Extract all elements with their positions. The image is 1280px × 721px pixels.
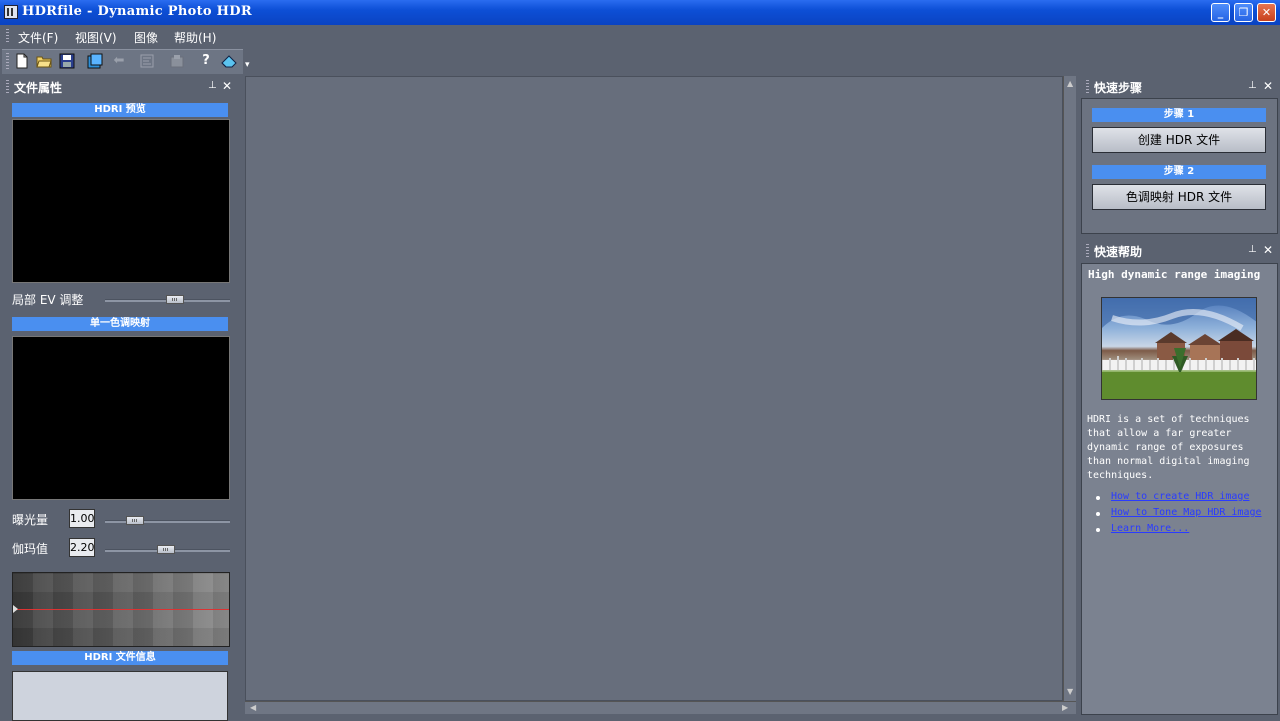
left-panel-grip[interactable] <box>6 80 9 94</box>
image-workspace[interactable] <box>245 76 1063 701</box>
tonemap-preview-area <box>12 336 230 500</box>
scroll-left-icon[interactable]: ◀ <box>250 703 256 712</box>
window-title: HDRfile - Dynamic Photo HDR <box>22 4 252 19</box>
new-file-icon[interactable] <box>14 53 30 69</box>
tone-curve-graph[interactable] <box>12 572 230 647</box>
left-panel-pin-icon[interactable]: ⊥ <box>208 80 217 91</box>
toolbar-overflow-icon[interactable]: ▾ <box>245 60 250 70</box>
title-bar: HDRfile - Dynamic Photo HDR _ ❐ ✕ <box>0 0 1280 25</box>
menu-file[interactable]: 文件(F) <box>18 29 58 46</box>
hdri-preview-area <box>12 119 230 283</box>
exposure-slider-thumb[interactable] <box>126 516 145 525</box>
left-panel-title: 文件属性 <box>14 81 63 95</box>
left-panel-close-icon[interactable]: ✕ <box>222 79 232 93</box>
menu-grip[interactable] <box>6 29 9 43</box>
bullet-icon <box>1096 512 1100 516</box>
scroll-right-icon[interactable]: ▶ <box>1062 703 1068 712</box>
help-body-text: HDRI is a set of techniques that allow a… <box>1087 414 1250 481</box>
link-tone-map-hdr[interactable]: How to Tone Map HDR image <box>1111 507 1262 518</box>
gamma-value[interactable]: 2.20 <box>69 538 95 557</box>
eraser-icon[interactable] <box>220 53 237 69</box>
curve-marker-icon[interactable] <box>13 605 18 613</box>
exposure-label: 曝光量 <box>12 513 49 527</box>
save-as-icon[interactable] <box>87 53 103 69</box>
step2-label: 步骤 2 <box>1092 165 1266 179</box>
minimize-button[interactable]: _ <box>1211 3 1230 22</box>
create-hdr-button[interactable]: 创建 HDR 文件 <box>1092 127 1266 153</box>
hdr-sample-image <box>1101 297 1257 400</box>
batch-icon[interactable] <box>169 53 185 69</box>
local-ev-label: 局部 EV 调整 <box>12 293 84 307</box>
gamma-label: 伽玛值 <box>12 542 49 556</box>
exposure-value[interactable]: 1.00 <box>69 509 95 528</box>
close-button[interactable]: ✕ <box>1257 3 1276 22</box>
section-tonemap: 单一色调映射 <box>12 317 228 331</box>
back-arrow-icon[interactable]: ⬅ <box>111 53 127 69</box>
open-folder-icon[interactable] <box>36 53 52 69</box>
steps-panel-pin-icon[interactable]: ⊥ <box>1248 80 1257 91</box>
section-hdri-preview: HDRI 预览 <box>12 103 228 117</box>
help-heading: High dynamic range imaging <box>1088 268 1261 281</box>
local-ev-slider-thumb[interactable] <box>165 295 184 304</box>
app-icon[interactable] <box>4 5 18 19</box>
tonemap-hdr-button[interactable]: 色调映射 HDR 文件 <box>1092 184 1266 210</box>
bullet-icon <box>1096 496 1100 500</box>
save-icon[interactable] <box>59 53 75 69</box>
hdri-info-area <box>12 671 228 721</box>
link-create-hdr[interactable]: How to create HDR image <box>1111 491 1249 502</box>
menu-image[interactable]: 图像 <box>134 29 158 46</box>
restore-button[interactable]: ❐ <box>1234 3 1253 22</box>
scroll-down-icon[interactable]: ▼ <box>1067 687 1073 696</box>
section-hdri-info: HDRI 文件信息 <box>12 651 228 665</box>
link-learn-more[interactable]: Learn More... <box>1111 523 1189 534</box>
align-icon[interactable] <box>139 53 155 69</box>
gamma-slider-thumb[interactable] <box>157 545 176 554</box>
help-panel-grip[interactable] <box>1086 244 1089 258</box>
menu-help[interactable]: 帮助(H) <box>174 29 216 46</box>
exposure-slider-track[interactable] <box>105 520 230 523</box>
scroll-up-icon[interactable]: ▲ <box>1067 79 1073 88</box>
menu-view[interactable]: 视图(V) <box>75 29 117 46</box>
vertical-scrollbar[interactable]: ▲ ▼ <box>1063 76 1076 701</box>
tone-curve-line <box>15 609 229 610</box>
toolbar-grip[interactable] <box>6 53 9 69</box>
steps-panel-grip[interactable] <box>1086 80 1089 94</box>
help-question-icon[interactable]: ? <box>198 53 214 69</box>
steps-panel-close-icon[interactable]: ✕ <box>1263 79 1273 93</box>
steps-panel-title: 快速步骤 <box>1094 81 1143 95</box>
step1-label: 步骤 1 <box>1092 108 1266 122</box>
help-panel-pin-icon[interactable]: ⊥ <box>1248 244 1257 255</box>
help-panel-close-icon[interactable]: ✕ <box>1263 243 1273 257</box>
help-panel-title: 快速帮助 <box>1094 245 1143 259</box>
bullet-icon <box>1096 528 1100 532</box>
horizontal-scrollbar[interactable]: ◀ ▶ <box>245 701 1076 714</box>
